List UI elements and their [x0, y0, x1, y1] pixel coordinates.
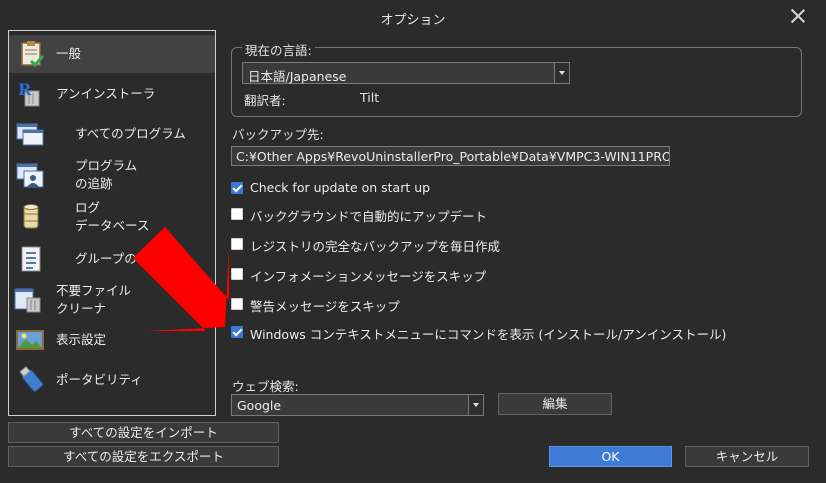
language-select[interactable]: 日本語/Japanese: [242, 62, 570, 84]
clipboard-check-icon: [21, 41, 45, 68]
translator-name: Tilt: [360, 90, 380, 105]
svg-text:R: R: [18, 80, 32, 99]
sidebar-item-junk-cleaner[interactable]: 不要ファイル クリーナ: [9, 280, 215, 320]
window-title: オプション: [380, 13, 446, 28]
sidebar-item-label: プログラム の追跡: [75, 158, 138, 191]
sidebar-item-label: 表示設定: [56, 332, 107, 347]
sidebar-item-program-tracking[interactable]: プログラム の追跡: [9, 155, 215, 195]
web-search-value: Google: [237, 398, 282, 413]
checkbox[interactable]: [231, 268, 243, 280]
web-search-select[interactable]: Google: [231, 394, 484, 416]
checkbox[interactable]: [231, 208, 243, 220]
sidebar-item-all-programs[interactable]: すべてのプログラム: [9, 115, 215, 153]
option-label: Check for update on start up: [250, 180, 431, 195]
database-icon: [23, 204, 39, 229]
sidebar-item-label: 一般: [56, 46, 82, 61]
checkbox[interactable]: [231, 182, 243, 194]
sidebar-item-label: グループの管理: [75, 251, 162, 266]
list-document-icon: [21, 246, 41, 272]
sidebar-item-label: 不要ファイル クリーナ: [56, 283, 132, 316]
sidebar-item-display-settings[interactable]: 表示設定: [9, 321, 215, 359]
sidebar-item-label: ログ データベース: [75, 200, 150, 233]
sidebar-item-uninstaller[interactable]: R アンインストーラ: [9, 75, 215, 113]
usb-drive-icon: [19, 365, 44, 392]
language-legend: 現在の言語:: [242, 40, 315, 59]
checkbox[interactable]: [231, 298, 243, 310]
cancel-button[interactable]: キャンセル: [685, 446, 809, 467]
option-label: Windows コンテキストメニューにコマンドを表示 (インストール/アンインス…: [250, 327, 727, 342]
revo-uninstaller-icon: R: [18, 80, 40, 107]
option-label: 警告メッセージをスキップ: [250, 299, 400, 314]
sidebar-item-label: すべてのプログラム: [75, 126, 186, 141]
option-label: バックグラウンドで自動的にアップデート: [250, 209, 488, 224]
translator-label: 翻訳者:: [244, 93, 286, 108]
chevron-down-icon[interactable]: [554, 63, 569, 83]
ok-button[interactable]: OK: [549, 446, 672, 467]
export-settings-button[interactable]: すべての設定をエクスポート: [8, 446, 279, 467]
sidebar-item-group-management[interactable]: グループの管理: [9, 239, 215, 279]
backup-label: バックアップ先:: [232, 127, 324, 142]
display-settings-icon: [16, 330, 44, 350]
checkbox[interactable]: [231, 238, 243, 250]
checkbox[interactable]: [231, 326, 243, 338]
sidebar-item-label: ポータビリティ: [56, 372, 143, 387]
sidebar-item-label: アンインストーラ: [56, 86, 156, 101]
backup-path-field[interactable]: C:¥Other Apps¥RevoUninstallerPro_Portabl…: [231, 146, 670, 166]
edit-button[interactable]: 編集: [498, 393, 612, 415]
language-select-value: 日本語/Japanese: [248, 69, 347, 84]
import-settings-button[interactable]: すべての設定をインポート: [8, 422, 279, 443]
option-label: インフォメーションメッセージをスキップ: [250, 269, 487, 284]
web-search-label: ウェブ検索:: [232, 379, 299, 394]
sidebar-item-general[interactable]: 一般: [9, 35, 215, 73]
sidebar-item-portability[interactable]: ポータビリティ: [9, 361, 215, 399]
title-bar: オプション: [0, 0, 826, 32]
close-icon[interactable]: [788, 6, 808, 26]
sidebar-item-log-database[interactable]: ログ データベース: [9, 197, 215, 237]
options-sidebar: 一般 R アンインストーラ すべてのプログラム プログラム の追跡 ログ データ…: [8, 30, 216, 416]
junk-files-icon: [14, 288, 41, 313]
tracked-window-icon: [16, 163, 44, 188]
windows-stack-icon: [16, 123, 44, 146]
option-label: レジストリの完全なバックアップを毎日作成: [250, 239, 501, 254]
chevron-down-icon[interactable]: [468, 395, 483, 415]
